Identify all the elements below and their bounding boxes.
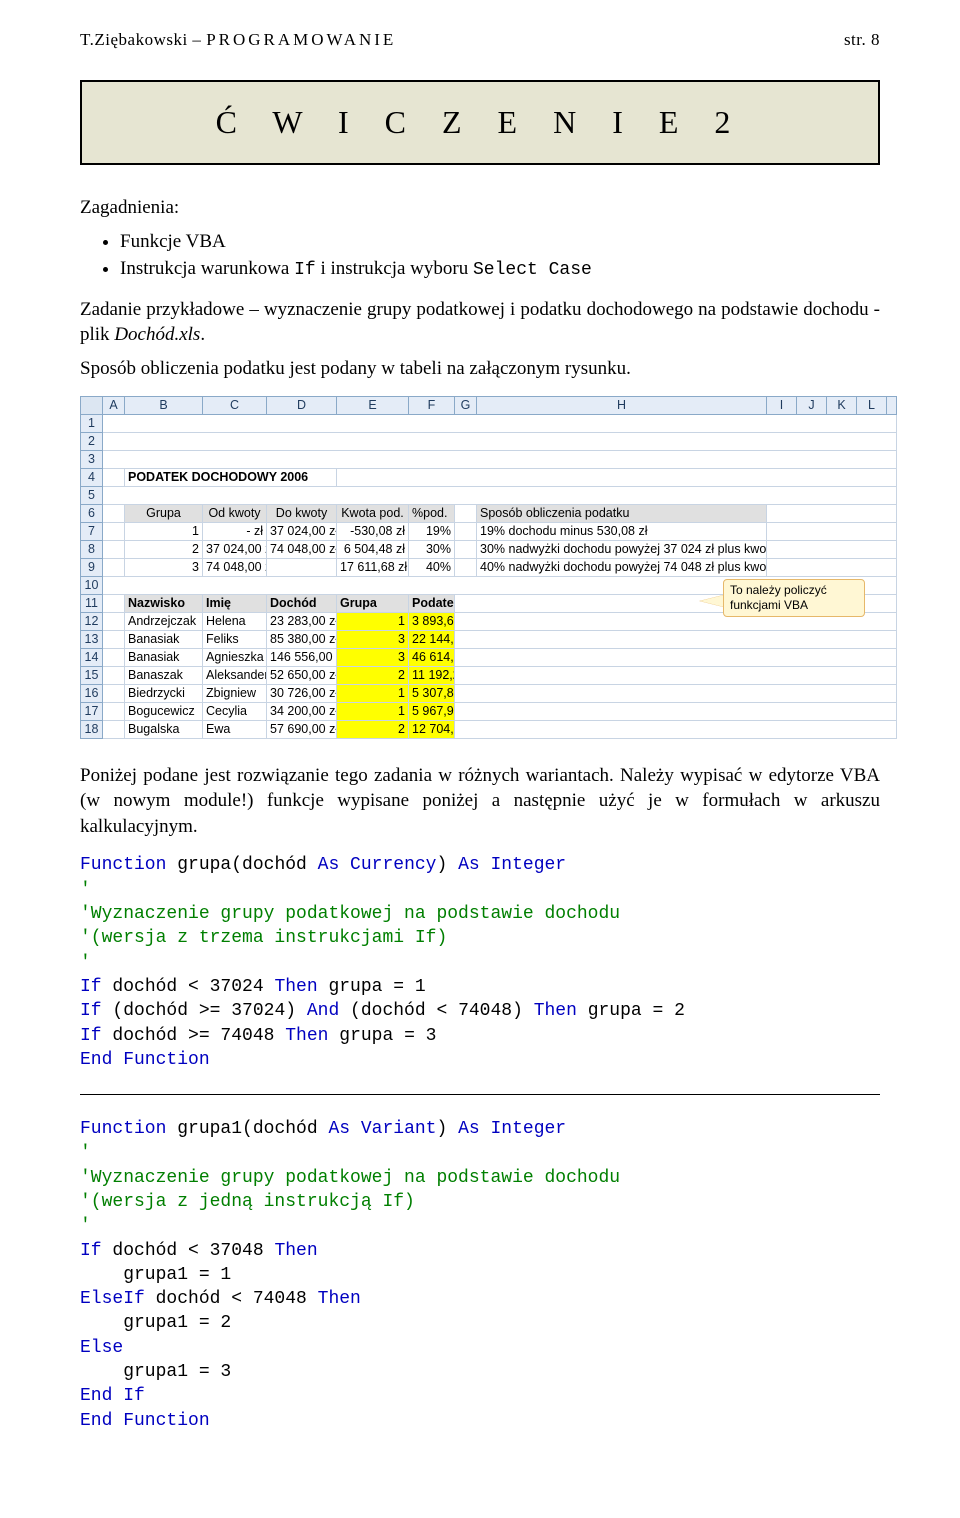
tax-header-row: 6 Grupa Od kwoty Do kwoty Kwota pod. %po… [81, 504, 897, 522]
explanation-paragraph: Poniżej podane jest rozwiązanie tego zad… [80, 763, 880, 840]
list-item: Funkcje VBA [120, 229, 880, 255]
header-author: T.Ziębakowski – [80, 30, 206, 49]
people-row: 16 BiedrzyckiZbigniew 30 726,00 zł 1 5 3… [81, 684, 897, 702]
code-block-2: Function grupa1(dochód As Variant) As In… [80, 1117, 880, 1433]
people-row: 17 BogucewiczCecylia 34 200,00 zł 1 5 96… [81, 702, 897, 720]
header-title: PROGRAMOWANIE [206, 30, 396, 49]
col-header-row: AB CD EF GH IJ KL [81, 396, 897, 414]
callout-box: To należy policzyć funkcjami VBA [723, 579, 865, 617]
task-paragraph: Zadanie przykładowe – wyznaczenie grupy … [80, 297, 880, 348]
topics-label: Zagadnienia: [80, 195, 880, 221]
code-block-1: Function grupa(dochód As Currency) As In… [80, 853, 880, 1072]
spreadsheet-screenshot: AB CD EF GH IJ KL 1 2 3 4PODATEK DOCHODO… [80, 396, 880, 739]
page-header: T.Ziębakowski – PROGRAMOWANIE str. 8 [80, 30, 880, 50]
header-left: T.Ziębakowski – PROGRAMOWANIE [80, 30, 396, 50]
exercise-title: Ć W I C Z E N I E 2 [216, 104, 745, 140]
tax-row: 9 3 74 048,00 zł 17 611,68 zł 40% 40% na… [81, 558, 897, 576]
method-paragraph: Sposób obliczenia podatku jest podany w … [80, 356, 880, 382]
people-row: 14 BanasiakAgnieszka 146 556,00 zł 3 46 … [81, 648, 897, 666]
people-row: 15 BanaszakAleksander 52 650,00 zł 2 11 … [81, 666, 897, 684]
divider [80, 1094, 880, 1095]
topics-list: Funkcje VBA Instrukcja warunkowa If i in… [120, 229, 880, 283]
tax-row: 7 1 - zł 37 024,00 zł -530,08 zł 19% 19%… [81, 522, 897, 540]
people-row: 13 BanasiakFeliks 85 380,00 zł 3 22 144,… [81, 630, 897, 648]
exercise-title-box: Ć W I C Z E N I E 2 [80, 80, 880, 165]
people-row: 18 BugalskaEwa 57 690,00 zł 2 12 704,28 … [81, 720, 897, 738]
list-item: Instrukcja warunkowa If i instrukcja wyb… [120, 256, 880, 282]
header-page: str. 8 [844, 30, 880, 50]
tax-row: 8 2 37 024,00 zł 74 048,00 zł 6 504,48 z… [81, 540, 897, 558]
